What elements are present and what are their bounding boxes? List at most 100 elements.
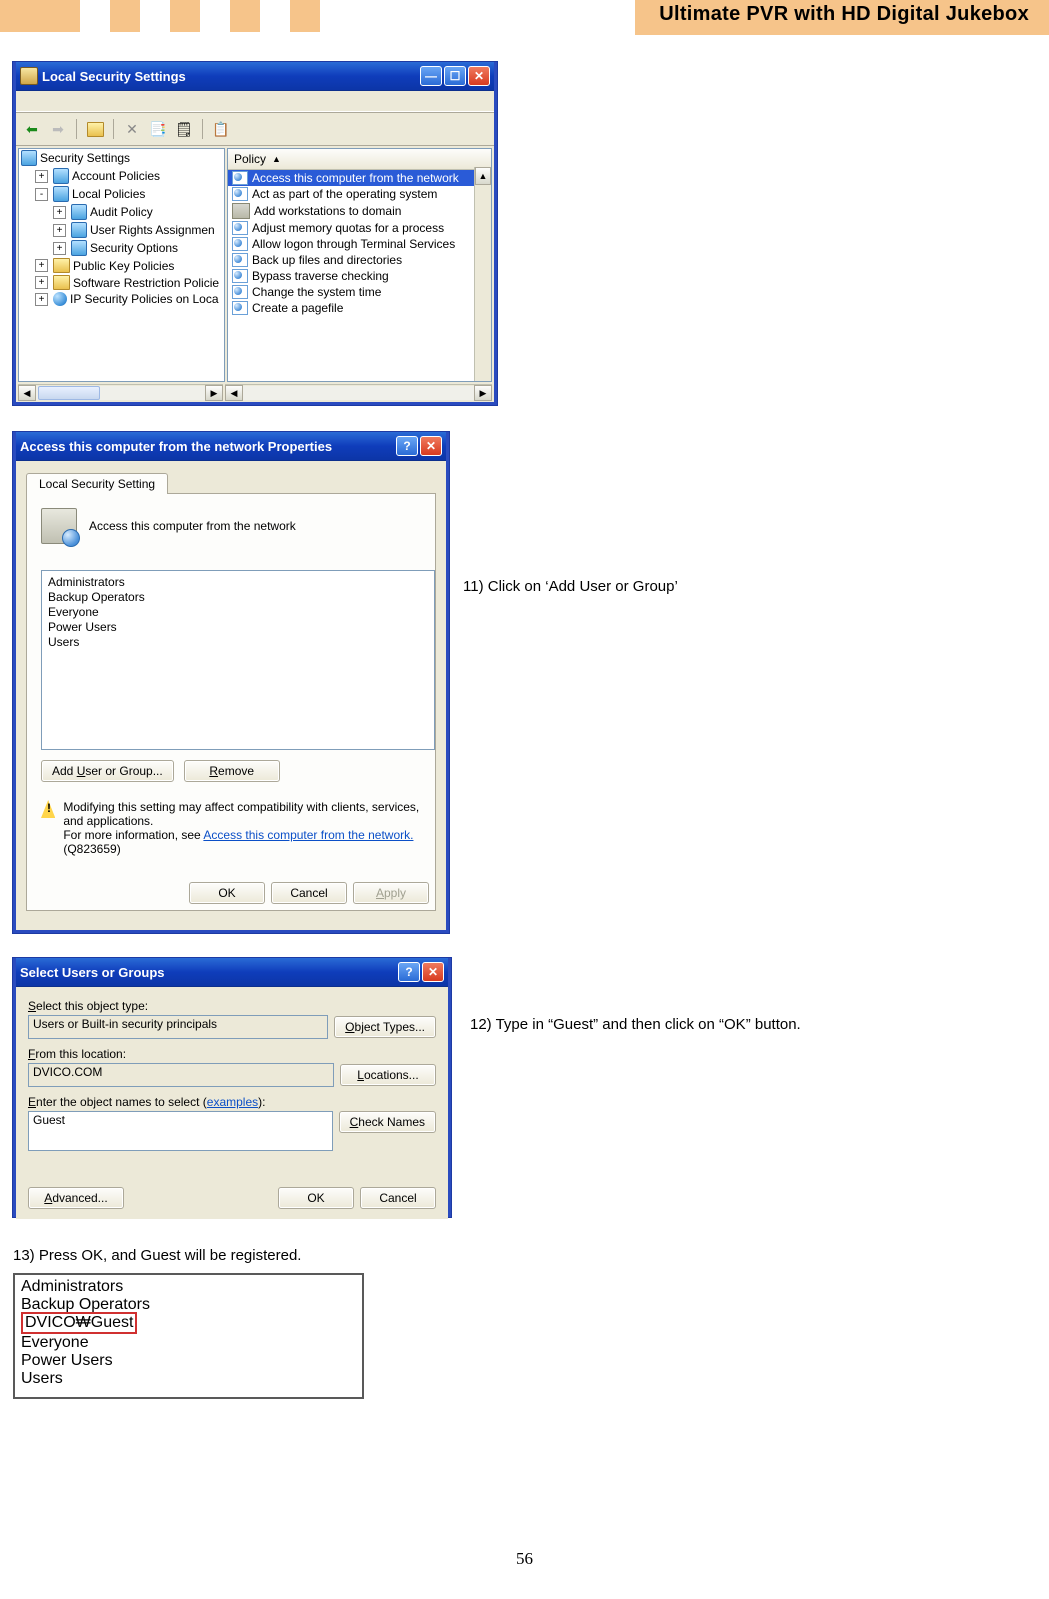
- tree-item[interactable]: + Audit Policy: [19, 203, 224, 221]
- scroll-left-icon[interactable]: ◀: [18, 385, 36, 401]
- tree-label: Account Policies: [72, 169, 160, 183]
- user-item[interactable]: Power Users: [48, 620, 428, 635]
- column-header[interactable]: Policy: [234, 152, 266, 166]
- policy-icon: [232, 171, 248, 185]
- scroll-left-icon[interactable]: ◀: [225, 385, 243, 401]
- expander-icon[interactable]: +: [35, 170, 48, 183]
- add-user-or-group-button[interactable]: Add User or Group...: [41, 760, 174, 782]
- vertical-scrollbar[interactable]: ▲: [474, 167, 491, 381]
- expander-icon[interactable]: +: [35, 259, 48, 272]
- policy-label: Create a pagefile: [252, 301, 343, 315]
- expander-icon[interactable]: +: [53, 206, 66, 219]
- tree-label: IP Security Policies on Loca: [70, 292, 219, 306]
- policy-icon: [232, 187, 248, 201]
- forward-icon[interactable]: ➡: [48, 119, 68, 139]
- remove-button[interactable]: Remove: [184, 760, 280, 782]
- tree-item[interactable]: + Security Options: [19, 239, 224, 257]
- policy-large-icon: [41, 508, 77, 544]
- export-icon[interactable]: 🗒: [174, 119, 194, 139]
- expander-icon[interactable]: +: [35, 293, 48, 306]
- window-select-users-or-groups: Select Users or Groups ? ✕ Select this o…: [13, 958, 451, 1217]
- examples-link[interactable]: examples: [207, 1095, 258, 1109]
- policy-icon: [232, 237, 248, 251]
- policy-list[interactable]: Policy▲ Access this computer from the ne…: [227, 148, 492, 382]
- list-header[interactable]: Policy▲: [228, 149, 491, 170]
- scroll-up-icon[interactable]: ▲: [475, 167, 491, 185]
- titlebar[interactable]: Access this computer from the network Pr…: [16, 432, 446, 461]
- policy-row[interactable]: Change the system time: [228, 284, 491, 300]
- properties-icon[interactable]: 📑: [148, 119, 168, 139]
- tree-scrollbar[interactable]: ◀ ▶: [18, 384, 223, 401]
- folder-icon: [53, 275, 70, 290]
- book-icon: [53, 168, 69, 184]
- titlebar[interactable]: Local Security Settings — ☐ ✕: [16, 62, 494, 91]
- user-item[interactable]: Users: [48, 635, 428, 650]
- tree-label: User Rights Assignmen: [90, 223, 215, 237]
- minimize-button[interactable]: —: [420, 66, 442, 86]
- cancel-button[interactable]: Cancel: [360, 1187, 436, 1209]
- menubar: [16, 91, 494, 112]
- maximize-button[interactable]: ☐: [444, 66, 466, 86]
- instruction-step-13: 13) Press OK, and Guest will be register…: [13, 1247, 301, 1264]
- expander-icon[interactable]: -: [35, 188, 48, 201]
- titlebar[interactable]: Select Users or Groups ? ✕: [16, 958, 448, 987]
- policy-row[interactable]: Allow logon through Terminal Services: [228, 236, 491, 252]
- policy-row[interactable]: Adjust memory quotas for a process: [228, 220, 491, 236]
- refresh-icon[interactable]: 📋: [211, 119, 231, 139]
- expander-icon[interactable]: +: [35, 276, 48, 289]
- user-item[interactable]: Backup Operators: [48, 590, 428, 605]
- label-object-names: Enter the object names to select (exampl…: [28, 1095, 436, 1109]
- policy-label: Access this computer from the network: [252, 171, 459, 185]
- scroll-right-icon[interactable]: ▶: [205, 385, 223, 401]
- cancel-button[interactable]: Cancel: [271, 882, 347, 904]
- tree-item[interactable]: - Local Policies: [19, 185, 224, 203]
- tree-item[interactable]: + Public Key Policies: [19, 257, 224, 274]
- apply-button[interactable]: Apply: [353, 882, 429, 904]
- expander-icon[interactable]: +: [53, 224, 66, 237]
- tree-pane[interactable]: Security Settings + Account Policies - L…: [18, 148, 225, 382]
- users-listbox[interactable]: Administrators Backup Operators Everyone…: [41, 570, 435, 750]
- policy-row[interactable]: Bypass traverse checking: [228, 268, 491, 284]
- policy-label: Back up files and directories: [252, 253, 402, 267]
- back-icon[interactable]: ⬅: [22, 119, 42, 139]
- policy-row[interactable]: Access this computer from the network: [228, 170, 491, 186]
- ok-button[interactable]: OK: [278, 1187, 354, 1209]
- warning-icon: [41, 800, 55, 818]
- list-scrollbar[interactable]: ◀ ▶: [225, 384, 492, 401]
- policy-icon: [232, 221, 248, 235]
- advanced-button[interactable]: Advanced...: [28, 1187, 124, 1209]
- help-button[interactable]: ?: [398, 962, 420, 982]
- policy-row[interactable]: Create a pagefile: [228, 300, 491, 316]
- close-button[interactable]: ✕: [468, 66, 490, 86]
- tree-item[interactable]: + Account Policies: [19, 167, 224, 185]
- up-icon[interactable]: [85, 119, 105, 139]
- user-item[interactable]: Administrators: [48, 575, 428, 590]
- header-title: Ultimate PVR with HD Digital Jukebox: [635, 0, 1049, 35]
- help-button[interactable]: ?: [396, 436, 418, 456]
- close-button[interactable]: ✕: [420, 436, 442, 456]
- tree-root[interactable]: Security Settings: [19, 149, 224, 167]
- locations-button[interactable]: Locations...: [340, 1064, 436, 1086]
- policy-row[interactable]: Back up files and directories: [228, 252, 491, 268]
- object-types-button[interactable]: Object Types...: [334, 1016, 436, 1038]
- result-users-list: Administrators Backup Operators DVICO₩Gu…: [13, 1273, 364, 1399]
- scroll-right-icon[interactable]: ▶: [474, 385, 492, 401]
- policy-label: Adjust memory quotas for a process: [252, 221, 444, 235]
- expander-icon[interactable]: +: [53, 242, 66, 255]
- check-names-button[interactable]: Check Names: [339, 1111, 436, 1133]
- tree-item-selected[interactable]: + User Rights Assignmen: [19, 221, 224, 239]
- user-item[interactable]: Everyone: [48, 605, 428, 620]
- delete-icon[interactable]: ✕: [122, 119, 142, 139]
- book-icon: [71, 204, 87, 220]
- policy-row[interactable]: Act as part of the operating system: [228, 186, 491, 202]
- policy-row[interactable]: Add workstations to domain: [228, 202, 491, 220]
- object-names-input[interactable]: Guest: [28, 1111, 333, 1151]
- kb-link[interactable]: Access this computer from the network.: [203, 828, 413, 842]
- close-button[interactable]: ✕: [422, 962, 444, 982]
- ok-button[interactable]: OK: [189, 882, 265, 904]
- tree-item[interactable]: + Software Restriction Policie: [19, 274, 224, 291]
- tree-item[interactable]: + IP Security Policies on Loca: [19, 291, 224, 307]
- tab-local-security-setting[interactable]: Local Security Setting: [26, 473, 168, 494]
- result-item-highlighted: DVICO₩Guest: [21, 1314, 356, 1334]
- book-icon: [21, 150, 37, 166]
